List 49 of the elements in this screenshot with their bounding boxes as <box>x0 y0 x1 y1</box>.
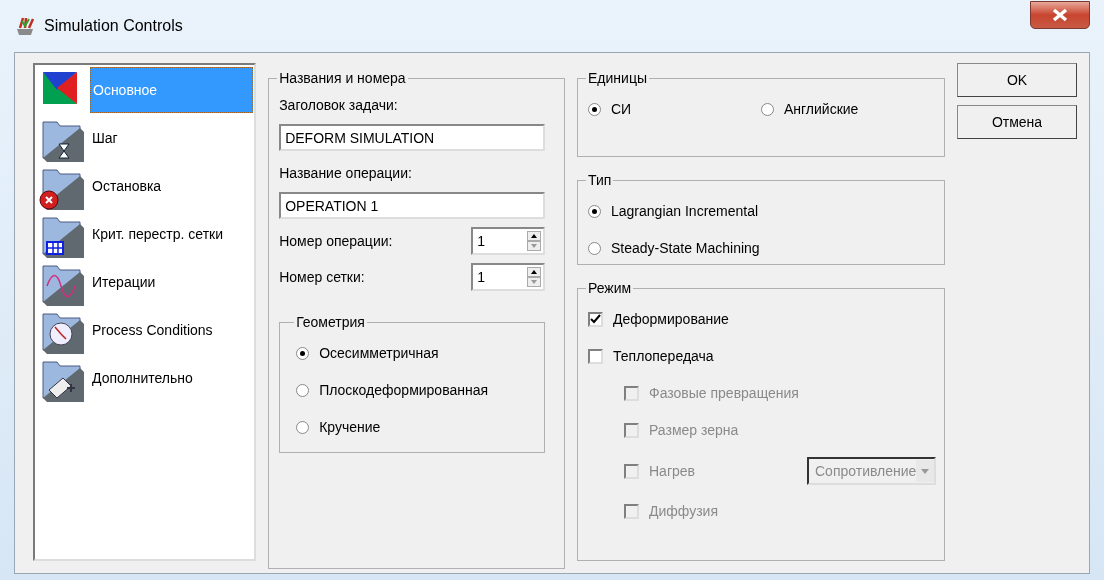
option-label: Английские <box>784 100 859 119</box>
radio-button[interactable] <box>296 384 310 397</box>
caret-icon <box>916 460 935 482</box>
spin-arrows-icon[interactable] <box>527 267 542 287</box>
radio-button[interactable] <box>588 205 601 218</box>
checkbox-label: Фазовые превращения <box>649 384 799 403</box>
field-label: Название операции: <box>279 164 413 183</box>
checkbox-label: Нагрев <box>649 461 696 481</box>
option-label: Осесимметричная <box>319 344 439 363</box>
field-label: Номер операции: <box>279 231 393 251</box>
radio-button[interactable] <box>296 421 310 434</box>
checkbox[interactable] <box>588 349 603 364</box>
checkbox-label: Деформирование <box>613 310 730 329</box>
radio-button[interactable] <box>296 347 310 360</box>
checkbox-label: Размер зерна <box>649 421 740 440</box>
window-title: Simulation Controls <box>44 16 183 36</box>
group-title: Названия и номера <box>277 71 408 85</box>
dialog-button[interactable]: OK <box>957 63 1077 97</box>
radio-button[interactable] <box>761 103 774 116</box>
option-label: Steady-State Machining <box>611 239 760 258</box>
app-icon <box>14 15 36 38</box>
option-label: СИ <box>611 100 632 119</box>
option-label: Плоскодеформированная <box>319 381 489 400</box>
close-button[interactable] <box>1030 1 1090 29</box>
sidebar-item[interactable]: Крит. перестр. сетки <box>90 220 225 248</box>
dialog-button[interactable]: Отмена <box>957 105 1077 139</box>
sidebar-item[interactable]: Шаг <box>90 124 120 152</box>
group-title: Режим <box>586 281 634 295</box>
sidebar-item[interactable]: Остановка <box>90 172 164 200</box>
field-label: Номер сетки: <box>279 267 365 287</box>
field-label: Заголовок задачи: <box>279 96 399 115</box>
group-title: Тип <box>586 173 614 187</box>
radio-button[interactable] <box>588 103 601 116</box>
group-title: Геометрия <box>294 315 367 329</box>
option-label: Lagrangian Incremental <box>611 202 759 221</box>
sidebar-item[interactable]: Итерации <box>90 268 158 296</box>
radio-button[interactable] <box>588 242 601 255</box>
spin-arrows-icon[interactable] <box>527 231 542 251</box>
dropdown: Сопротивление <box>807 457 937 485</box>
group-title: Единицы <box>586 71 649 85</box>
sidebar-item[interactable]: Дополнительно <box>90 364 195 392</box>
text-field[interactable]: DEFORM SIMULATION <box>279 124 546 151</box>
close-icon <box>1051 8 1069 22</box>
text-field[interactable]: OPERATION 1 <box>279 192 546 219</box>
option-label: Кручение <box>319 418 381 437</box>
checkbox[interactable] <box>588 312 603 327</box>
checkbox-label: Диффузия <box>649 502 719 521</box>
sidebar-item[interactable]: Process Conditions <box>90 316 215 344</box>
checkbox-label: Теплопередача <box>613 347 715 366</box>
